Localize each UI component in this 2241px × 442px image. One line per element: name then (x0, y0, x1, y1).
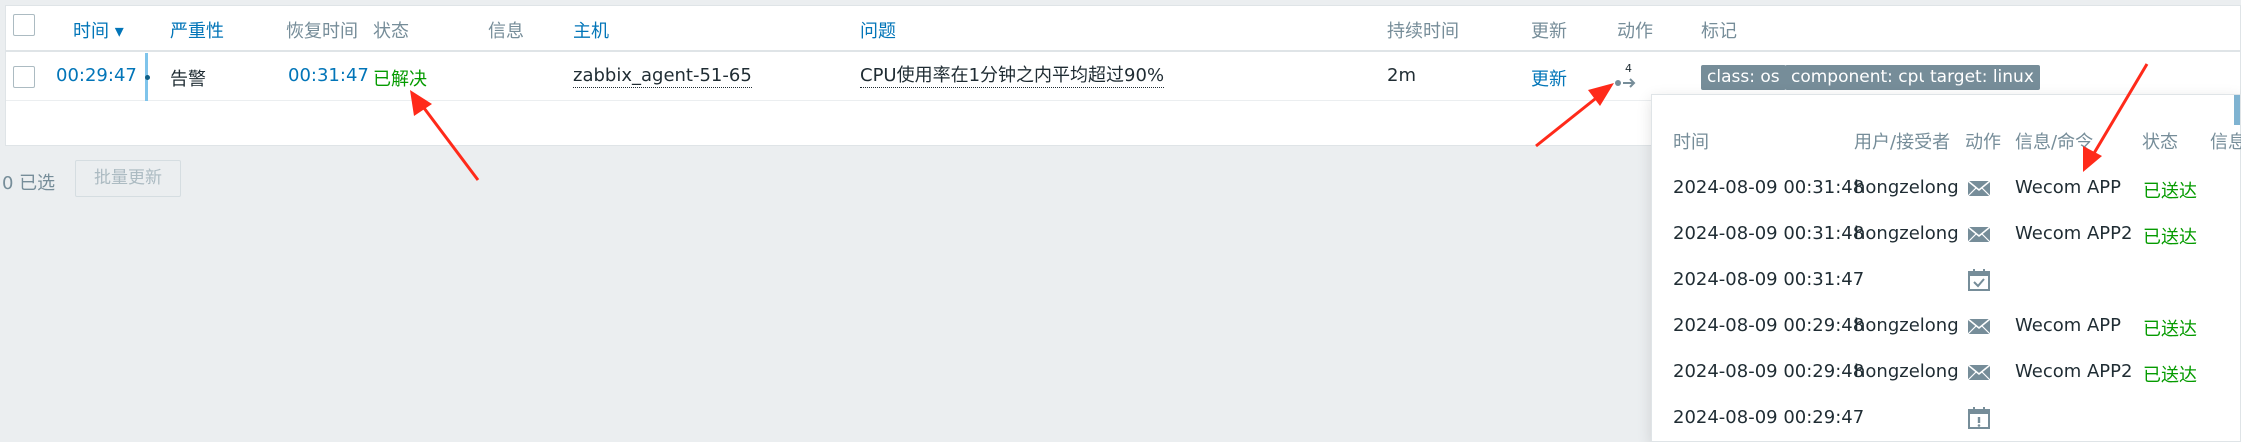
popup-header-info: 信息 (2210, 132, 2241, 153)
envelope-icon (1967, 226, 1991, 243)
actions-popup: 时间 用户/接受者 动作 信息/命令 状态 信息 2024-08-09 00:3… (1651, 94, 2241, 442)
popup-row: 2024-08-09 00:31:48 hongzelong Wecom APP… (1652, 211, 2240, 257)
popup-row-status: 已送达 (2143, 319, 2197, 340)
status-badge: 已解决 (373, 69, 427, 90)
popup-row-time: 2024-08-09 00:31:47 (1673, 269, 1865, 290)
header-actions: 动作 (1617, 21, 1653, 42)
header-time[interactable]: 时间 ▾ (73, 17, 124, 43)
header-severity[interactable]: 严重性 (170, 17, 224, 43)
actions-arrow-icon: 4 (1615, 62, 1636, 88)
popup-row: 2024-08-09 00:31:47 (1652, 257, 2240, 303)
select-all-checkbox[interactable] (13, 14, 35, 36)
popup-row-status: 已送达 (2143, 227, 2197, 248)
tag-target[interactable]: target: linux (1924, 65, 2040, 90)
popup-row-message: Wecom APP (2015, 177, 2122, 198)
envelope-icon (1967, 364, 1991, 381)
header-host[interactable]: 主机 (573, 17, 609, 43)
row-time[interactable]: 00:29:47 (56, 65, 137, 86)
popup-row-time: 2024-08-09 00:29:47 (1673, 407, 1865, 428)
envelope-icon (1967, 318, 1991, 335)
popup-row: 2024-08-09 00:29:48 hongzelong Wecom APP… (1652, 303, 2240, 349)
popup-row: 2024-08-09 00:31:48 hongzelong Wecom APP… (1652, 165, 2240, 211)
envelope-icon (1967, 180, 1991, 197)
row-severity: 告警 (170, 69, 206, 90)
header-problem[interactable]: 问题 (860, 17, 896, 43)
severity-dot (145, 75, 150, 80)
popup-row-time: 2024-08-09 00:29:48 (1673, 315, 1865, 336)
popup-row-user: hongzelong (1854, 361, 1959, 382)
popup-header-message: 信息/命令 (2015, 132, 2094, 153)
popup-scrollbar[interactable] (2234, 95, 2240, 125)
calendar-check-icon (1968, 269, 1990, 291)
selected-count: 0 已选 (2, 173, 56, 194)
header-info: 信息 (488, 21, 524, 42)
popup-row-time: 2024-08-09 00:31:48 (1673, 223, 1865, 244)
popup-row-user: hongzelong (1854, 177, 1959, 198)
tag-component[interactable]: component: cpu (1785, 65, 1936, 90)
popup-row-status: 已送达 (2143, 181, 2197, 202)
popup-header-action: 动作 (1965, 132, 2001, 153)
header-status: 状态 (373, 21, 409, 42)
actions-icon[interactable]: 4 (1612, 62, 1642, 92)
popup-row-time: 2024-08-09 00:31:48 (1673, 177, 1865, 198)
popup-row-status: 已送达 (2143, 365, 2197, 386)
popup-row-user: hongzelong (1854, 223, 1959, 244)
popup-row: 2024-08-09 00:29:48 hongzelong Wecom APP… (1652, 349, 2240, 395)
popup-header-status: 状态 (2142, 132, 2178, 153)
popup-row-message: Wecom APP2 (2015, 361, 2133, 382)
tag-class[interactable]: class: os (1701, 65, 1786, 90)
row-problem[interactable]: CPU使用率在1分钟之内平均超过90% (860, 65, 1165, 88)
popup-row-time: 2024-08-09 00:29:48 (1673, 361, 1865, 382)
bulk-update-button[interactable]: 批量更新 (75, 160, 181, 197)
header-update: 更新 (1531, 21, 1567, 42)
popup-row-message: Wecom APP2 (2015, 223, 2133, 244)
header-duration: 持续时间 (1387, 21, 1459, 42)
table-header: 时间 ▾ 严重性 恢复时间 状态 信息 主机 问题 持续时间 更新 动作 标记 (6, 6, 2240, 52)
popup-row-message: Wecom APP (2015, 315, 2122, 336)
row-checkbox[interactable] (13, 66, 35, 88)
popup-header-user: 用户/接受者 (1854, 132, 1951, 153)
update-link[interactable]: 更新 (1531, 65, 1567, 91)
actions-count: 4 (1625, 62, 1632, 75)
row-duration: 2m (1387, 65, 1416, 86)
popup-header-time: 时间 (1673, 132, 1709, 153)
header-tags: 标记 (1701, 21, 1737, 42)
calendar-alert-icon (1968, 407, 1990, 429)
row-host[interactable]: zabbix_agent-51-65 (573, 65, 752, 88)
header-recovery-time: 恢复时间 (286, 21, 358, 42)
popup-row: 2024-08-09 00:29:47 (1652, 395, 2240, 441)
popup-row-user: hongzelong (1854, 315, 1959, 336)
row-recovery-time[interactable]: 00:31:47 (288, 65, 369, 86)
